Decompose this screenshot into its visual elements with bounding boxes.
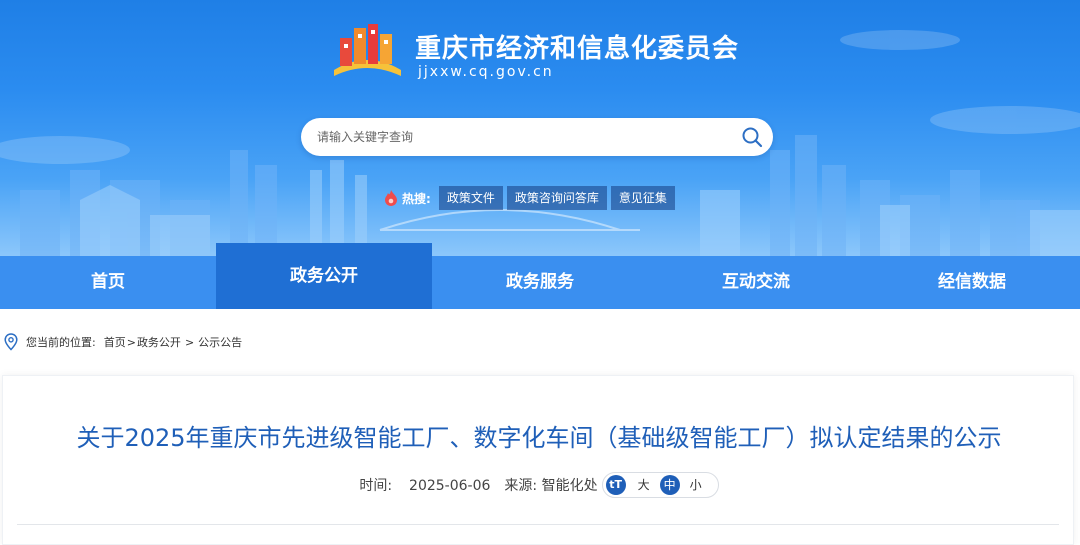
hot-search: 热搜: 政策文件 政策咨询问答库 意见征集 [384, 186, 679, 210]
article-panel: 关于2025年重庆市先进级智能工厂、数字化车间（基础级智能工厂）拟认定结果的公示… [2, 375, 1074, 545]
breadcrumb-separator: > [184, 335, 195, 349]
breadcrumb-home-link[interactable]: 首页 [104, 334, 126, 350]
article-source-label: 来源: [504, 478, 538, 494]
publish-time-label: 时间: [359, 478, 393, 494]
search-bar [301, 118, 773, 156]
article-meta: 时间: 2025-06-06 来源: 智能化处 tT 大 中 小 [3, 472, 1075, 498]
article-source-value: 智能化处 [541, 478, 598, 494]
font-size-icon: tT [605, 475, 626, 495]
article-divider [17, 524, 1059, 525]
search-icon[interactable] [741, 126, 763, 148]
hot-tag-policy-qa[interactable]: 政策咨询问答库 [506, 186, 607, 210]
site-title: 重庆市经济和信息化委员会 [415, 34, 740, 64]
hot-search-label: 热搜: [402, 191, 431, 206]
breadcrumb-separator: > [126, 335, 136, 349]
nav-item-home[interactable]: 首页 [0, 256, 216, 309]
nav-item-government-services[interactable]: 政务服务 [432, 256, 648, 309]
search-input[interactable] [317, 127, 717, 147]
breadcrumb-section-link[interactable]: 政务公开 [137, 334, 181, 350]
breadcrumb: 您当前的位置: 首页 > 政务公开 > 公示公告 [2, 332, 242, 352]
font-size-switcher: tT 大 中 小 [601, 472, 719, 498]
breadcrumb-prefix: 您当前的位置: [26, 336, 96, 349]
article-source: 来源: 智能化处 [504, 475, 597, 495]
article-title: 关于2025年重庆市先进级智能工厂、数字化车间（基础级智能工厂）拟认定结果的公示 [76, 424, 1002, 452]
flame-icon [385, 190, 397, 206]
font-size-large-button[interactable]: 大 [634, 475, 654, 495]
nav-item-economic-data[interactable]: 经信数据 [864, 256, 1080, 309]
chongqing-building-logo-icon [334, 24, 401, 76]
hot-tag-policy-documents[interactable]: 政策文件 [438, 186, 503, 210]
header-banner: 重庆市经济和信息化委员会 jjxxw.cq.gov.cn 热搜: 政策文件 政策… [0, 0, 1080, 256]
hot-tag-opinion-collection[interactable]: 意见征集 [610, 186, 675, 210]
font-size-medium-button[interactable]: 中 [659, 475, 680, 495]
location-pin-icon [4, 333, 18, 351]
nav-item-interaction[interactable]: 互动交流 [648, 256, 864, 309]
breadcrumb-current-link[interactable]: 公示公告 [198, 334, 242, 350]
nav-item-government-affairs-disclosure[interactable]: 政务公开 [216, 243, 432, 309]
publish-time-value: 2025-06-06 [409, 478, 491, 494]
font-size-small-button[interactable]: 小 [686, 475, 706, 495]
publish-time: 时间: 2025-06-06 [359, 475, 490, 495]
site-domain: jjxxw.cq.gov.cn [418, 64, 554, 80]
main-nav: 首页 政务公开 政务服务 互动交流 经信数据 [0, 243, 1080, 309]
